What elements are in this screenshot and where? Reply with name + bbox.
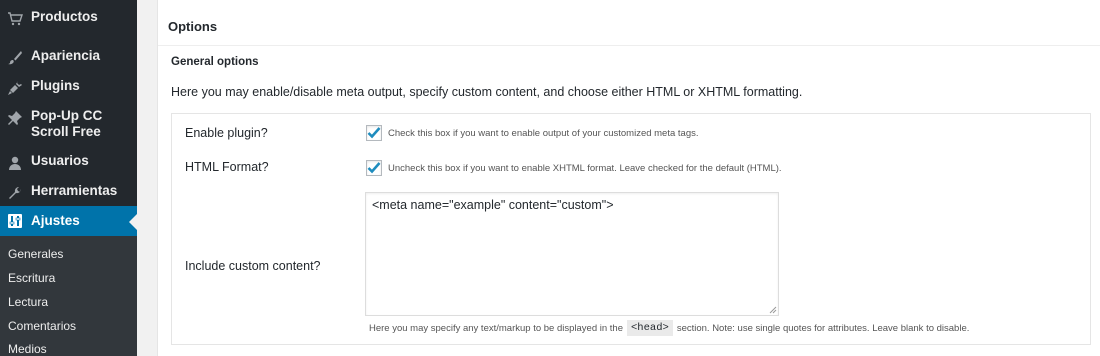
options-panel: Options General options Here you may ena…	[157, 0, 1100, 356]
submenu-item-medios[interactable]: Medios	[8, 342, 47, 356]
section-title: General options	[171, 56, 259, 68]
html-format-label: HTML Format?	[185, 160, 269, 174]
wrench-icon	[5, 183, 25, 203]
checkmark-icon	[367, 162, 381, 174]
html-format-description: Uncheck this box if you want to enable X…	[388, 163, 782, 174]
sidebar-item-plugins[interactable]: Plugins	[0, 78, 137, 98]
textarea-value: <meta name="example" content="custom">	[372, 198, 614, 212]
custom-content-help: Here you may specify any text/markup to …	[369, 320, 969, 336]
enable-plugin-description: Check this box if you want to enable out…	[388, 128, 699, 139]
sidebar-item-popup[interactable]: Pop-Up CC Scroll Free	[0, 108, 137, 140]
sidebar-item-usuarios[interactable]: Usuarios	[0, 153, 137, 173]
submenu-item-lectura[interactable]: Lectura	[8, 295, 48, 309]
user-icon	[5, 153, 25, 173]
custom-content-label: Include custom content?	[185, 259, 321, 273]
sidebar-item-herramientas[interactable]: Herramientas	[0, 183, 137, 203]
pin-icon	[5, 108, 25, 128]
head-code-tag: <head>	[627, 320, 673, 336]
current-indicator-arrow	[129, 214, 137, 230]
sidebar-item-label: Usuarios	[31, 153, 89, 168]
sidebar-item-label: Pop-Up CC Scroll Free	[31, 108, 103, 139]
sidebar-item-label: Ajustes	[31, 213, 80, 228]
sidebar-item-label: Plugins	[31, 78, 80, 93]
enable-plugin-checkbox[interactable]	[366, 125, 382, 141]
sidebar-item-ajustes[interactable]: Ajustes	[0, 206, 137, 236]
plugin-icon	[5, 78, 25, 98]
admin-sidebar: Productos Apariencia Plugins Pop-Up CC S…	[0, 0, 137, 356]
sidebar-item-label: Herramientas	[31, 183, 118, 198]
custom-content-textarea[interactable]: <meta name="example" content="custom">	[365, 192, 779, 316]
sidebar-item-label: Apariencia	[31, 48, 101, 63]
submenu-item-escritura[interactable]: Escritura	[8, 271, 55, 285]
html-format-checkbox[interactable]	[366, 160, 382, 176]
settings-icon	[5, 211, 25, 231]
submenu-item-generales[interactable]: Generales	[8, 247, 63, 261]
settings-submenu: Generales Escritura Lectura Comentarios …	[0, 236, 137, 356]
intro-text: Here you may enable/disable meta output,…	[171, 85, 803, 99]
options-form: Enable plugin? Check this box if you wan…	[171, 113, 1091, 345]
sidebar-item-productos[interactable]: Productos	[0, 9, 137, 29]
cart-icon	[5, 9, 25, 29]
enable-plugin-label: Enable plugin?	[185, 126, 268, 140]
submenu-item-comentarios[interactable]: Comentarios	[8, 319, 76, 333]
sidebar-item-label: Productos	[31, 9, 98, 24]
paintbrush-icon	[5, 48, 25, 68]
sidebar-item-apariencia[interactable]: Apariencia	[0, 48, 137, 68]
panel-title: Options	[168, 19, 218, 34]
resize-grip-icon[interactable]	[768, 305, 777, 314]
divider	[158, 45, 1100, 46]
help-text-before: Here you may specify any text/markup to …	[369, 322, 623, 334]
help-text-after: section. Note: use single quotes for att…	[676, 322, 970, 334]
checkmark-icon	[367, 127, 381, 139]
